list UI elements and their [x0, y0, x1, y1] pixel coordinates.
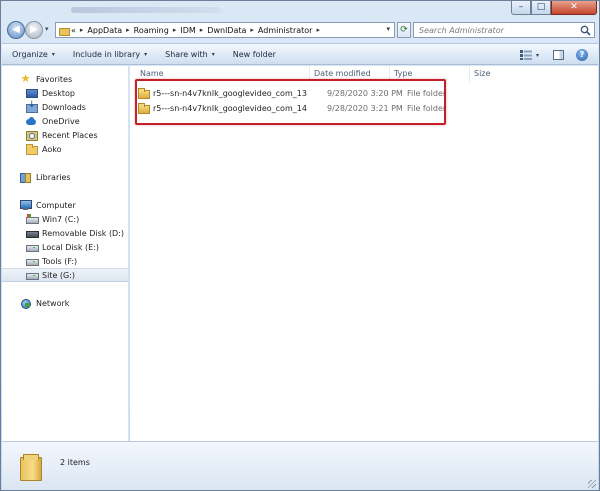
nav-label: Win7 (C:): [42, 214, 80, 224]
forward-button[interactable]: ▶: [25, 21, 43, 39]
recent-places-icon: [26, 130, 38, 141]
share-with-label: Share with: [165, 49, 208, 59]
new-folder-button[interactable]: New folder: [233, 50, 276, 59]
system-drive-icon: [26, 214, 39, 224]
nav-site-drive[interactable]: Site (G:): [2, 268, 128, 282]
search-input[interactable]: [414, 23, 578, 37]
nav-libraries[interactable]: Libraries: [2, 170, 128, 184]
nav-win7-drive[interactable]: Win7 (C:): [2, 212, 128, 226]
chevron-down-icon: ▾: [211, 50, 215, 58]
address-bar[interactable]: « ▸ AppData ▸ Roaming ▸ IDM ▸ DwnlData ▸…: [55, 22, 395, 38]
breadcrumb-roaming[interactable]: Roaming: [134, 26, 169, 35]
computer-icon: [20, 200, 32, 210]
refresh-button[interactable]: ⟳: [397, 22, 411, 38]
nav-label: Tools (F:): [42, 256, 78, 266]
breadcrumb-appdata[interactable]: AppData: [87, 26, 122, 35]
nav-desktop[interactable]: Desktop: [2, 86, 128, 100]
nav-label: Aoko: [42, 144, 62, 154]
item-count: 2 items: [60, 458, 90, 467]
nav-label: Removable Disk (D:): [42, 228, 125, 238]
nav-downloads[interactable]: Downloads: [2, 100, 128, 114]
network-icon: [20, 298, 31, 309]
breadcrumb-administrator[interactable]: Administrator: [258, 26, 313, 35]
back-button[interactable]: ◀: [7, 21, 25, 39]
include-in-library-button[interactable]: Include in library ▾: [73, 50, 147, 59]
desktop-icon: [26, 88, 38, 98]
nav-label: Desktop: [42, 88, 75, 98]
column-header-size[interactable]: Size: [470, 66, 530, 82]
hard-drive-icon: [26, 270, 39, 280]
preview-pane-icon[interactable]: [553, 50, 564, 60]
recent-pages-dropdown-icon[interactable]: ▾: [45, 25, 49, 33]
breadcrumb-separator[interactable]: ▸: [200, 26, 204, 34]
star-icon: ★: [20, 72, 31, 85]
nav-network[interactable]: Network: [2, 296, 128, 310]
navigation-pane[interactable]: ★ Favorites Desktop Downloads OneDrive R…: [2, 66, 129, 441]
nav-label: Computer: [36, 200, 76, 210]
nav-label: Site (G:): [42, 270, 76, 280]
folder-icon: [26, 144, 38, 155]
help-icon[interactable]: ?: [576, 49, 588, 61]
change-view-icon[interactable]: [519, 50, 532, 60]
view-controls: ▾ ?: [519, 49, 588, 61]
organize-label: Organize: [12, 49, 48, 59]
chevron-down-icon: ▾: [144, 50, 148, 58]
nav-label: Libraries: [36, 172, 71, 182]
refresh-icon: ⟳: [400, 25, 408, 35]
hard-drive-icon: [26, 256, 39, 266]
nav-label: OneDrive: [42, 116, 80, 126]
nav-aoko[interactable]: Aoko: [2, 142, 128, 156]
explorer-window: – □ ✕ ◀ ▶ ▾ « ▸ AppData ▸ Roaming ▸ IDM …: [0, 0, 600, 491]
breadcrumb-overflow[interactable]: «: [71, 26, 76, 35]
nav-recent-places[interactable]: Recent Places: [2, 128, 128, 142]
highlight-annotation: [135, 79, 446, 125]
libraries-icon: [20, 172, 31, 183]
command-bar: Organize ▾ Include in library ▾ Share wi…: [2, 43, 598, 65]
breadcrumb-separator[interactable]: ▸: [316, 26, 320, 34]
nav-local-disk[interactable]: Local Disk (E:): [2, 240, 128, 254]
folder-icon: [59, 26, 70, 36]
chevron-down-icon: ▾: [51, 50, 55, 58]
new-folder-label: New folder: [232, 49, 276, 59]
breadcrumb-separator[interactable]: ▸: [173, 26, 177, 34]
breadcrumb-separator[interactable]: ▸: [126, 26, 130, 34]
cloud-icon: [26, 116, 37, 126]
downloads-icon: [26, 100, 38, 113]
search-icon[interactable]: [580, 25, 591, 36]
nav-label: Downloads: [42, 102, 86, 112]
nav-favorites[interactable]: ★ Favorites: [2, 72, 128, 86]
nav-removable-disk[interactable]: Removable Disk (D:): [2, 226, 128, 240]
minimize-button[interactable]: –: [511, 1, 531, 15]
view-options-dropdown-icon[interactable]: ▾: [536, 52, 539, 59]
details-pane: 2 items: [2, 441, 598, 490]
search-box[interactable]: [413, 22, 595, 38]
folder-icon: [20, 454, 42, 481]
removable-drive-icon: [26, 228, 39, 238]
nav-onedrive[interactable]: OneDrive: [2, 114, 128, 128]
breadcrumb-separator[interactable]: ▸: [250, 26, 254, 34]
nav-label: Favorites: [36, 74, 73, 84]
nav-label: Recent Places: [42, 130, 98, 140]
nav-computer[interactable]: Computer: [2, 198, 128, 212]
close-button[interactable]: ✕: [551, 1, 597, 15]
breadcrumb-separator[interactable]: ▸: [80, 26, 84, 34]
address-dropdown-icon[interactable]: ▾: [386, 25, 390, 33]
nav-tools-drive[interactable]: Tools (F:): [2, 254, 128, 268]
share-with-button[interactable]: Share with ▾: [165, 50, 215, 59]
include-in-library-label: Include in library: [72, 49, 141, 59]
nav-label: Local Disk (E:): [42, 242, 99, 252]
file-list[interactable]: Name Date modified Type Size r5---sn-n4v…: [130, 66, 598, 441]
title-bar[interactable]: – □ ✕: [1, 1, 599, 19]
organize-button[interactable]: Organize ▾: [12, 50, 55, 59]
resize-grip[interactable]: [588, 480, 596, 488]
breadcrumb-idm[interactable]: IDM: [180, 26, 195, 35]
hard-drive-icon: [26, 242, 39, 252]
breadcrumb-dwnldata[interactable]: DwnlData: [207, 26, 246, 35]
blurred-title: [71, 7, 221, 13]
nav-label: Network: [36, 298, 70, 308]
maximize-button[interactable]: □: [531, 1, 551, 15]
